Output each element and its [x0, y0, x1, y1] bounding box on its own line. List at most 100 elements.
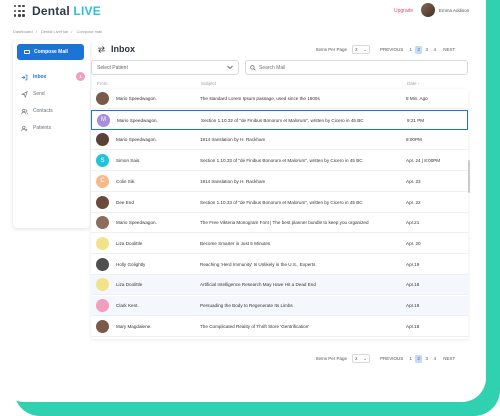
send-icon [21, 90, 28, 98]
sender-avatar [96, 278, 109, 292]
search-mail-input[interactable] [259, 64, 409, 71]
mail-date: Apr.19 [406, 261, 420, 267]
column-header-subject[interactable]: Subject [201, 81, 216, 86]
sender-avatar [96, 319, 109, 333]
chevron-down-icon: ⌄ [363, 46, 368, 52]
breadcrumb-item[interactable]: Dental LiveHub [41, 29, 68, 34]
logo-main-text: Dental [32, 4, 70, 18]
mail-subject: Section 1.10.32 of "de Finibus Bonorum e… [201, 117, 364, 123]
search-mail-box[interactable] [245, 60, 468, 75]
pagination-top: Items Per Page 2 ⌄ PREVIOUS 1 2 3 4 NEXT [316, 45, 455, 54]
mail-row[interactable]: Clark Kent. Persuading the Body to Regene… [91, 296, 468, 316]
sidebar-item-label: Inbox [33, 74, 47, 80]
breadcrumb-item[interactable]: Dashboard [13, 29, 33, 34]
mail-row[interactable]: Dee End Section 1.10.33 of "de Finibus Bo… [91, 193, 468, 213]
items-per-page-label: Items Per Page [316, 356, 348, 361]
items-per-page-value: 2 [355, 356, 358, 361]
contacts-icon [21, 108, 28, 114]
sender-name: Clark Kent. [116, 303, 139, 308]
sender-avatar [96, 236, 109, 250]
next-page-button[interactable]: NEXT [443, 356, 455, 361]
mail-row[interactable]: Mario Speedwagon. The Free Vikteria Monog… [91, 213, 468, 234]
mail-date: Apr.18 [406, 282, 420, 288]
avatar-initial: M [101, 117, 106, 124]
sender-name: Liza Doolittle [116, 240, 143, 246]
mail-row[interactable]: Liza Doolittle Become Smarter in Just 5 M… [91, 234, 468, 254]
page-button-3[interactable]: 3 [423, 355, 430, 363]
refresh-icon[interactable] [97, 45, 106, 54]
breadcrumb-item: Compose mail [76, 29, 103, 34]
mail-filters: Select Patient [91, 60, 468, 75]
items-per-page-label: Items Per Page [316, 47, 348, 52]
mail-row[interactable]: C Colin Sik. 1914 translation by H. Rackha… [91, 172, 468, 192]
compose-mail-label: Compose Mail [34, 49, 68, 55]
select-patient-dropdown[interactable]: Select Patient [91, 60, 239, 75]
sidebar-item-label: Contacts [33, 108, 53, 114]
compose-mail-button[interactable]: Compose Mail [17, 44, 84, 60]
sender-name: Simon Sais. [116, 158, 141, 164]
inbox-icon [21, 74, 28, 80]
mail-date: Apr.21 [406, 220, 420, 226]
upgrade-link[interactable]: Upgrade [394, 8, 413, 14]
sender-name: Liza Doolittle [116, 282, 143, 288]
page-button-3[interactable]: 3 [423, 46, 430, 54]
sidebar-item-label: Send [33, 91, 45, 97]
sender-avatar [96, 92, 109, 105]
page-button-1[interactable]: 1 [407, 46, 414, 54]
scrollbar-thumb[interactable] [468, 160, 470, 193]
mail-subject: Become Smarter in Just 5 Minutes [200, 240, 271, 246]
column-header-from[interactable]: From [97, 81, 108, 86]
mail-subject: Reaching 'Herd Immunity' Is Unlikely in … [200, 261, 316, 267]
search-icon [250, 64, 256, 71]
page-title: Inbox [111, 44, 135, 54]
user-avatar[interactable] [421, 3, 435, 17]
sidebar-item-send[interactable]: Send [21, 89, 85, 99]
sidebar-item-contacts[interactable]: Contacts [21, 106, 85, 116]
items-per-page-select[interactable]: 2 ⌄ [352, 354, 371, 363]
mail-subject: The standard Lorem Ipsum passage, used s… [200, 96, 320, 101]
mail-row[interactable]: Holly Golightly Reaching 'Herd Immunity' … [91, 255, 468, 275]
sender-name: Holly Golightly [116, 261, 146, 267]
column-header-date[interactable]: Date ↑ [407, 81, 420, 86]
mail-date: 8:00PM [406, 137, 422, 143]
user-name[interactable]: Emma Addison [439, 8, 469, 13]
sender-avatar: M [97, 113, 110, 127]
next-page-button[interactable]: NEXT [443, 47, 455, 52]
app-logo[interactable]: Dental LIVE [32, 4, 101, 18]
mail-subject: 1914 translation by H. Rackham [200, 137, 266, 143]
mail-date: Apr.18 [406, 323, 420, 329]
page-button-4[interactable]: 4 [431, 355, 438, 363]
mail-date: Apr. 23 [406, 178, 421, 184]
mail-row[interactable]: Mario Speedwagon. The standard Lorem Ipsu… [91, 89, 468, 109]
mail-row[interactable]: M Mario Speedwagon. Section 1.10.32 of "de… [91, 109, 468, 130]
sidebar-item-label: Patients [33, 125, 52, 131]
page-button-2[interactable]: 2 [415, 45, 423, 54]
chevron-down-icon [227, 65, 233, 70]
page-button-4[interactable]: 4 [431, 46, 438, 54]
mail-row[interactable]: Mary Magdalene. The Complicated Reality o… [91, 317, 468, 337]
sender-name: Colin Sik. [116, 178, 136, 184]
previous-page-button[interactable]: PREVIOUS [380, 356, 403, 361]
table-header: From Subject Date ↑ [91, 79, 468, 89]
apps-grid-icon[interactable] [14, 5, 26, 17]
mail-row[interactable]: Mario Speedwagon. 1914 translation by H. … [91, 130, 468, 151]
avatar-initial: S [100, 157, 105, 164]
sender-name: Mario Speedwagon. [116, 96, 157, 101]
mail-list: Mario Speedwagon. The standard Lorem Ipsu… [91, 89, 468, 339]
breadcrumb: Dashboard / Dental LiveHub / Compose mail [13, 29, 103, 34]
sidebar-item-patients[interactable]: Patients [21, 123, 85, 133]
sidebar-item-inbox[interactable]: Inbox 1 [21, 72, 85, 82]
items-per-page-select[interactable]: 2 ⌄ [352, 45, 371, 54]
mail-row[interactable]: Liza Doolittle Artificial Intelligence Re… [91, 275, 468, 296]
sender-name: Mario Speedwagon. [116, 220, 157, 226]
avatar-initial: C [100, 178, 105, 185]
previous-page-button[interactable]: PREVIOUS [380, 47, 403, 52]
sender-avatar: C [96, 174, 109, 188]
mail-date: Apr. 20 [406, 240, 421, 246]
page-button-1[interactable]: 1 [407, 355, 414, 363]
mail-row[interactable]: S Simon Sais. Section 1.10.33 of "de Finib… [91, 151, 468, 172]
unread-count-badge: 1 [76, 72, 85, 81]
page-button-2[interactable]: 2 [415, 354, 423, 363]
mail-date: Apr. 24 | 8:00PM [406, 158, 441, 164]
sender-avatar [96, 133, 109, 147]
